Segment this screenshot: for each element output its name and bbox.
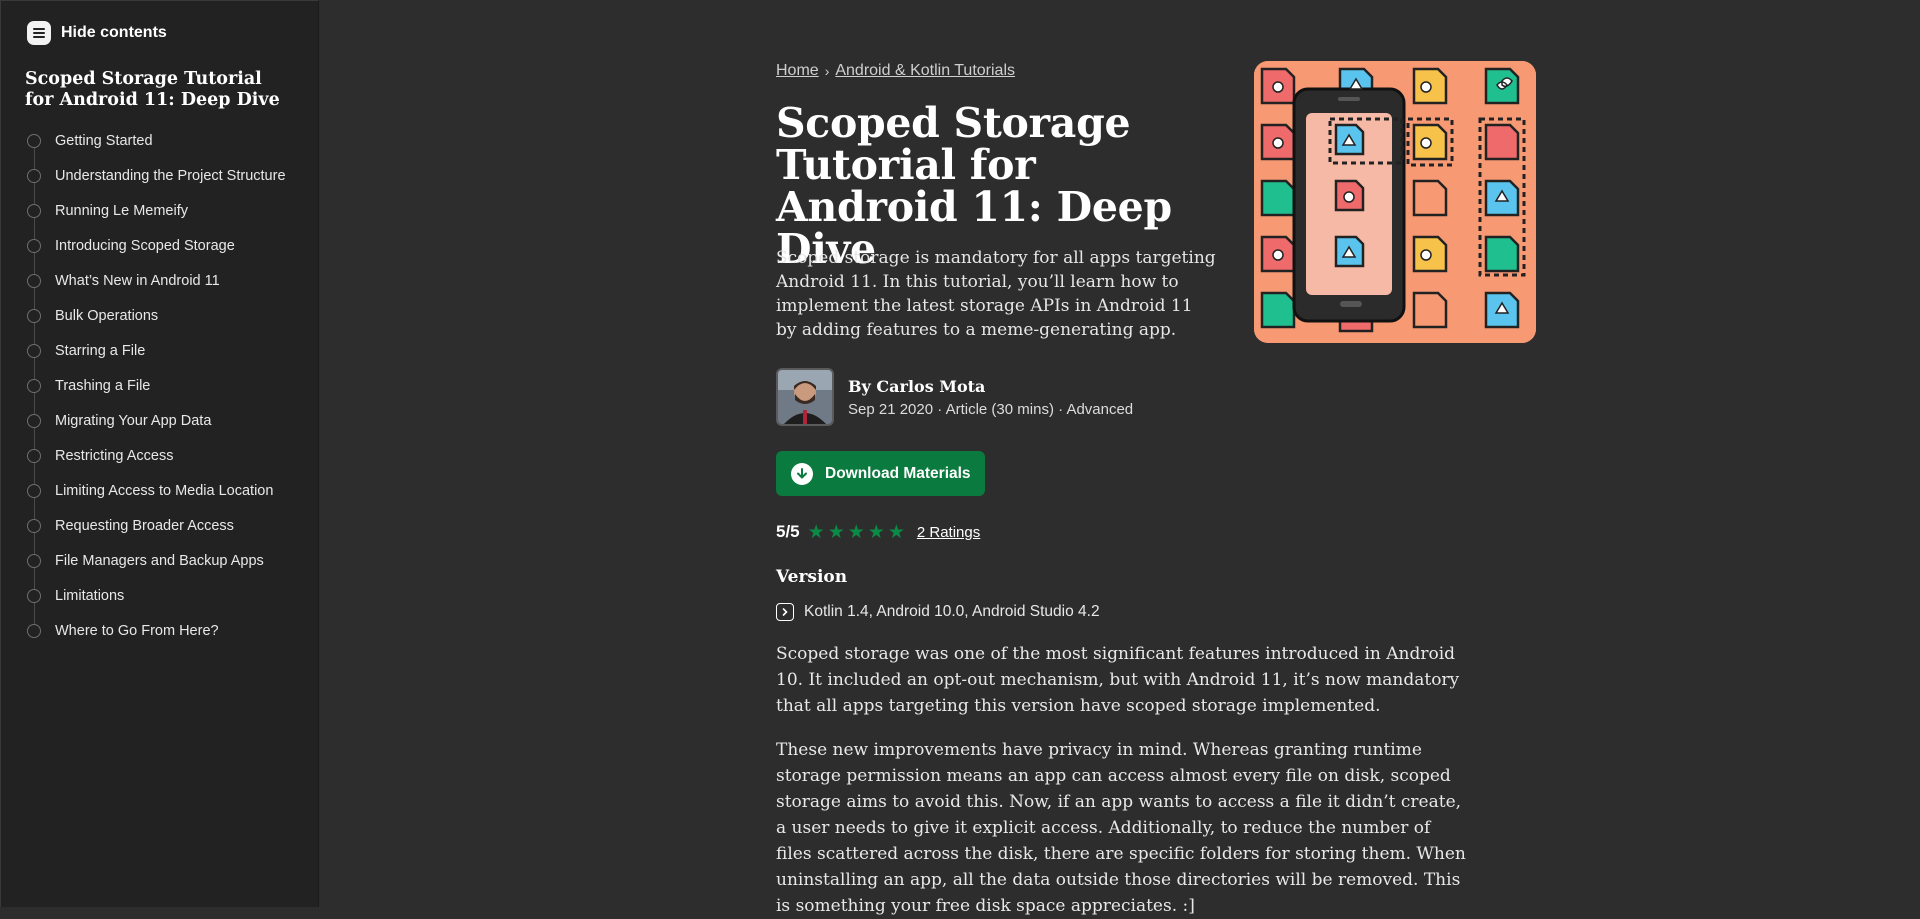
- toc-item-migrating-app-data[interactable]: Migrating Your App Data: [25, 403, 286, 438]
- page-title: Scoped Storage Tutorial for Android 11: …: [776, 99, 1172, 273]
- avatar[interactable]: [776, 368, 834, 426]
- download-materials-button[interactable]: Download Materials: [776, 451, 985, 496]
- download-icon: [791, 462, 813, 485]
- rating-row: 5/5 ★ ★ ★ ★ ★ 2 Ratings: [776, 522, 980, 542]
- toc-item-limiting-media-location[interactable]: Limiting Access to Media Location: [25, 473, 286, 508]
- article-paragraph: These new improvements have privacy in m…: [776, 740, 1466, 916]
- star-icon: ★: [807, 521, 825, 543]
- article-subtitle: Scoped storage is mandatory for all apps…: [776, 248, 1216, 340]
- toc-item-label: Introducing Scoped Storage: [55, 237, 235, 254]
- chevron-right-box-icon: [776, 603, 794, 621]
- hide-contents-button[interactable]: Hide contents: [27, 21, 167, 45]
- rating-score: 5/5: [776, 522, 800, 541]
- author-by-label: By: [848, 376, 871, 396]
- version-row: Kotlin 1.4, Android 10.0, Android Studio…: [776, 603, 1100, 621]
- star-icon: ★: [887, 521, 905, 543]
- toc-item-limitations[interactable]: Limitations: [25, 578, 286, 613]
- star-icon: ★: [847, 521, 865, 543]
- progress-circle-icon: [27, 553, 41, 568]
- author-photo: [778, 370, 832, 424]
- toc-item-bulk-operations[interactable]: Bulk Operations: [25, 298, 286, 333]
- progress-circle-icon: [27, 273, 41, 288]
- hide-contents-label: Hide contents: [61, 24, 167, 41]
- progress-circle-icon: [27, 413, 41, 428]
- star-icon: ★: [827, 521, 845, 543]
- breadcrumb: Home › Android & Kotlin Tutorials: [776, 62, 1015, 80]
- table-of-contents-sidebar: Hide contents Scoped Storage Tutorial fo…: [0, 0, 319, 907]
- toc-item-running-le-memeify[interactable]: Running Le Memeify: [25, 193, 286, 228]
- article-paragraph: Scoped storage was one of the most signi…: [776, 644, 1460, 716]
- toc-item-starring-a-file[interactable]: Starring a File: [25, 333, 286, 368]
- toc-item-getting-started[interactable]: Getting Started: [25, 123, 286, 158]
- toc-item-label: Restricting Access: [55, 447, 174, 464]
- toc-item-label: What’s New in Android 11: [55, 272, 220, 289]
- toc-item-where-to-go[interactable]: Where to Go From Here?: [25, 613, 286, 648]
- toc-item-whats-new[interactable]: What’s New in Android 11: [25, 263, 286, 298]
- list-icon: [27, 21, 51, 45]
- ratings-count-link[interactable]: 2 Ratings: [917, 524, 980, 541]
- toc-item-label: Understanding the Project Structure: [55, 167, 286, 184]
- progress-circle-icon: [27, 203, 41, 218]
- breadcrumb-category-link[interactable]: Android & Kotlin Tutorials: [835, 62, 1015, 80]
- progress-circle-icon: [27, 308, 41, 323]
- download-materials-label: Download Materials: [825, 464, 971, 482]
- progress-circle-icon: [27, 378, 41, 393]
- progress-circle-icon: [27, 588, 41, 603]
- chevron-right-icon: ›: [824, 63, 830, 79]
- phone-files-illustration: [1254, 61, 1536, 343]
- progress-circle-icon: [27, 133, 41, 148]
- author-name[interactable]: Carlos Mota: [876, 377, 985, 396]
- progress-circle-icon: [27, 343, 41, 358]
- toc-item-label: Running Le Memeify: [55, 202, 188, 219]
- toc-item-label: Getting Started: [55, 132, 153, 149]
- star-rating: ★ ★ ★ ★ ★: [808, 523, 905, 542]
- progress-circle-icon: [27, 238, 41, 253]
- toc-item-label: Migrating Your App Data: [55, 412, 212, 429]
- toc-item-label: Limitations: [55, 587, 125, 604]
- progress-circle-icon: [27, 623, 41, 638]
- toc-item-label: Trashing a File: [55, 377, 151, 394]
- author-info: By Carlos Mota Sep 21 2020 · Article (30…: [848, 377, 1133, 418]
- progress-circle-icon: [27, 168, 41, 183]
- article-meta: Sep 21 2020 · Article (30 mins) · Advanc…: [848, 400, 1134, 418]
- star-icon: ★: [867, 521, 885, 543]
- progress-circle-icon: [27, 448, 41, 463]
- toc-item-project-structure[interactable]: Understanding the Project Structure: [25, 158, 286, 193]
- author-byline: By Carlos Mota: [848, 377, 1133, 396]
- version-heading: Version: [776, 567, 848, 587]
- toc-title: Scoped Storage Tutorial for Android 11: …: [25, 69, 280, 110]
- toc-item-requesting-broader-access[interactable]: Requesting Broader Access: [25, 508, 286, 543]
- toc-item-label: Starring a File: [55, 342, 146, 359]
- toc-item-label: File Managers and Backup Apps: [55, 552, 264, 569]
- toc-item-trashing-a-file[interactable]: Trashing a File: [25, 368, 286, 403]
- toc-item-label: Bulk Operations: [55, 307, 159, 324]
- toc-list: Getting Started Understanding the Projec…: [25, 123, 286, 648]
- author-block: By Carlos Mota Sep 21 2020 · Article (30…: [776, 368, 1133, 426]
- toc-item-label: Limiting Access to Media Location: [55, 482, 274, 499]
- hero-illustration: [1254, 61, 1536, 343]
- toc-item-label: Where to Go From Here?: [55, 622, 219, 639]
- toc-item-file-managers[interactable]: File Managers and Backup Apps: [25, 543, 286, 578]
- toc-item-label: Requesting Broader Access: [55, 517, 234, 534]
- toc-item-restricting-access[interactable]: Restricting Access: [25, 438, 286, 473]
- version-text: Kotlin 1.4, Android 10.0, Android Studio…: [804, 603, 1100, 620]
- progress-circle-icon: [27, 483, 41, 498]
- breadcrumb-home-link[interactable]: Home: [776, 62, 819, 80]
- progress-circle-icon: [27, 518, 41, 533]
- toc-item-introducing-scoped-storage[interactable]: Introducing Scoped Storage: [25, 228, 286, 263]
